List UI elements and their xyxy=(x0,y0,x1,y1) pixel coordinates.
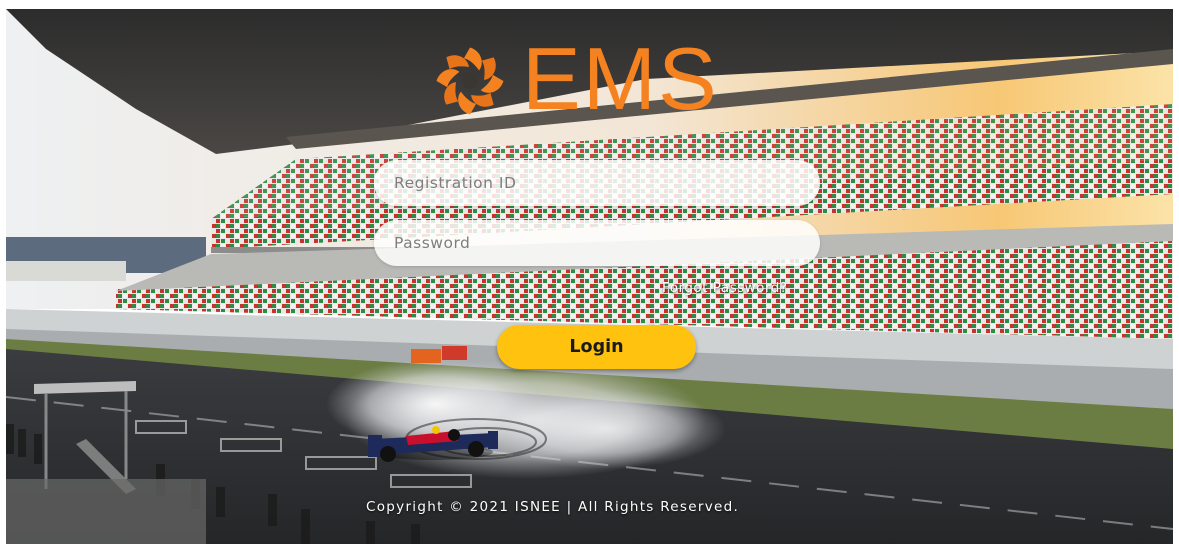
ems-logo: EMS xyxy=(420,31,780,127)
login-button[interactable]: Login xyxy=(497,325,696,369)
brand-name: EMS xyxy=(522,29,719,128)
password-input[interactable] xyxy=(374,220,820,266)
forgot-password-link[interactable]: Forgot Password? xyxy=(662,280,788,296)
copyright-text: Copyright © 2021 ISNEE | All Rights Rese… xyxy=(366,499,740,515)
registration-id-input[interactable] xyxy=(374,160,820,206)
swirl-petal-logo-icon xyxy=(436,47,504,115)
login-screen: EMS Forgot Password? Login Copyright © 2… xyxy=(6,9,1173,544)
